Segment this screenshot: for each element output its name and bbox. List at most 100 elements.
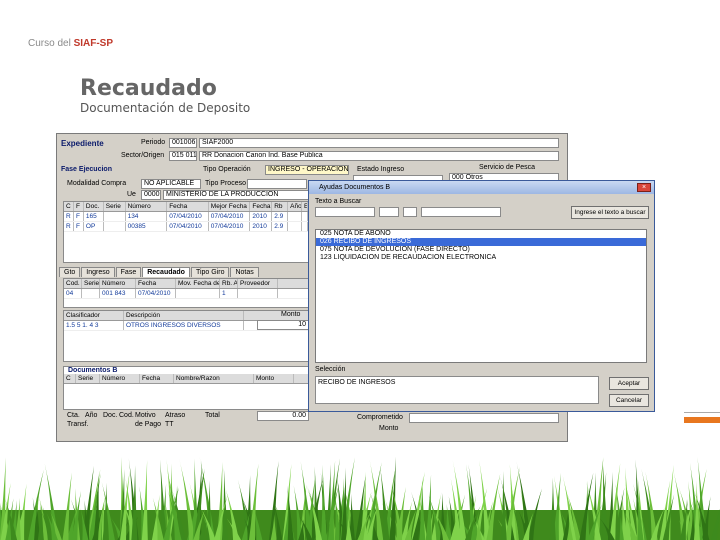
total-field[interactable]: 0.00 [257, 411, 309, 421]
course-label: Curso del SIAF-SP [28, 38, 113, 49]
periodo-field[interactable]: 001006 [169, 138, 197, 148]
document-type-list[interactable]: 025 NOTA DE ABONO 026 RECIBO DE INGRESOS 0… [315, 229, 647, 363]
sector-desc-field[interactable]: RR Donacion Canon Ind. Base Publica [199, 151, 559, 161]
bottom-label: Motivo [135, 412, 156, 419]
search-input-3[interactable] [403, 207, 417, 217]
grid-header-cell: C [64, 202, 74, 211]
grid-header-cell: Año [290, 202, 303, 211]
servicio-label: Servicio de Pesca [479, 164, 536, 171]
slide-title: Recaudado [80, 76, 217, 101]
doc-cell: 04 [64, 289, 82, 298]
table-row[interactable]: 04 001 843 07/04/2010 1 [64, 289, 308, 299]
tab-ingreso[interactable]: Ingreso [81, 267, 115, 277]
grid-cell: 2010 [250, 212, 273, 221]
grid-cell [288, 212, 303, 221]
grid-header-cell: Serie [104, 202, 126, 211]
grid-cell: 2010 [250, 222, 273, 231]
tab-fase[interactable]: Fase [115, 267, 142, 277]
seleccion-field[interactable]: RECIBO DE INGRESOS [315, 376, 599, 404]
modalidad-label: Modalidad Compra [67, 180, 127, 187]
docs-b-label: Documentos B [68, 367, 118, 374]
docs-b-header-cell: Monto [254, 374, 294, 383]
entidad-field[interactable]: SIAF2000 [199, 138, 559, 148]
desc-col: Descripción [124, 311, 244, 320]
divider-line [684, 412, 720, 413]
grid-cell: OP [84, 222, 104, 231]
monto-field[interactable]: 10 [257, 320, 309, 330]
seleccion-label: Selección [315, 366, 346, 373]
bottom-label: Atraso [165, 412, 186, 419]
periodo-label: Periodo [141, 139, 166, 146]
search-input[interactable] [315, 207, 375, 217]
accent-bar [684, 417, 720, 423]
grid-cell [104, 222, 126, 231]
dialog-title: Ayudas Documentos B [319, 184, 391, 191]
comprometido-field[interactable] [409, 413, 559, 423]
bottom-label: Transf. [67, 421, 89, 428]
grid-header-cell: Fecha [252, 202, 273, 211]
bottom-labels-2: Transf. de Pago TT [67, 421, 205, 428]
doc-cell [82, 289, 100, 298]
table-row[interactable]: R F 165 134 07/04/2010 07/04/2010 2010 2.9 [64, 212, 308, 222]
doc-header-cell: Cod. [64, 279, 82, 288]
docs-b-header-cell: Fecha [140, 374, 174, 383]
close-icon[interactable]: × [637, 183, 651, 192]
bottom-label [103, 421, 119, 428]
clasif-col: Clasificador [64, 311, 124, 320]
doc-cell [176, 289, 220, 298]
search-input-2[interactable] [379, 207, 399, 217]
search-input-4[interactable] [421, 207, 501, 217]
monto-label-2: Monto [379, 425, 399, 432]
grid-header-cell: Doc. [84, 202, 104, 211]
aceptar-button[interactable]: Aceptar [609, 377, 649, 390]
grid-cell: 07/04/2010 [167, 212, 209, 221]
ue-field[interactable]: 0000 [141, 190, 161, 200]
bottom-label: Total [205, 412, 220, 419]
tab-tipo-giro[interactable]: Tipo Giro [190, 267, 230, 277]
grid-cell: 07/04/2010 [209, 222, 251, 231]
list-item[interactable]: 075 NOTA DE DEVOLUCION (FASE DIRECTO) [316, 246, 646, 254]
grass-blade [549, 477, 556, 540]
ue-desc-field[interactable]: MINISTERIO DE LA PRODUCCION [163, 190, 313, 200]
doc-detail-grid[interactable]: Cod.SerieNúmeroFechaMov. Fecha de PagoRb… [63, 278, 309, 308]
docs-b-header-cell: C [64, 374, 76, 383]
tipo-proc-label: Tipo Proceso [205, 180, 246, 187]
ue-label: Ue [127, 191, 136, 198]
sector-field[interactable]: 015 011 [169, 151, 197, 161]
doc-cell: 001 843 [100, 289, 136, 298]
fase-label: Fase Ejecucion [61, 166, 112, 173]
grid-header-cell: F [74, 202, 84, 211]
tab-gto[interactable]: Gto [59, 267, 81, 277]
slide-subtitle: Documentación de Deposito [80, 101, 251, 115]
docs-b-header-cell: Serie [76, 374, 100, 383]
tipo-proc-field[interactable] [247, 179, 307, 189]
clasificador-grid[interactable]: Clasificador Descripción 1.5 5 1. 4 3 OT… [63, 310, 309, 362]
list-item[interactable]: 026 RECIBO DE INGRESOS [316, 238, 646, 246]
tab-notas[interactable]: Notas [230, 267, 259, 277]
grass-blade [320, 464, 327, 540]
comprometido-label: Comprometido [357, 414, 403, 421]
grid-header-cell: Fecha [167, 202, 209, 211]
grid-cell [288, 222, 303, 231]
course-highlight: SIAF-SP [73, 38, 114, 49]
doc-header-cell: Mov. Fecha de Pago [178, 279, 220, 288]
sector-label: Sector/Origen [121, 152, 165, 159]
tipo-op-field[interactable]: INGRESO - OPERACION [265, 165, 349, 175]
modalidad-field[interactable]: NO APLICABLE [141, 179, 201, 189]
grid-cell: 07/04/2010 [209, 212, 251, 221]
list-item[interactable]: 123 LIQUIDACION DE RECAUDACION ELECTRONI… [316, 254, 646, 262]
docs-b-header: C Serie Número Fecha Nombre/Razon Monto [64, 374, 308, 384]
grid-cell: F [74, 212, 84, 221]
cancelar-button[interactable]: Cancelar [609, 394, 649, 407]
tab-recaudado[interactable]: Recaudado [142, 267, 190, 277]
doc-header-cell: Número [100, 279, 136, 288]
table-row[interactable]: R F OP 00385 07/04/2010 07/04/2010 2010 2.9 [64, 222, 308, 232]
tab-bar: Gto Ingreso Fase Recaudado Tipo Giro Notas [59, 267, 260, 277]
bottom-label [85, 421, 103, 428]
documentos-b-grid[interactable]: Documentos B C Serie Número Fecha Nombre/Raz… [63, 366, 309, 410]
grid-cell [104, 212, 126, 221]
search-button[interactable]: Ingrese el texto a buscar [571, 206, 649, 219]
dialog-titlebar[interactable]: Ayudas Documentos B × [309, 181, 654, 194]
documents-grid[interactable]: C F Doc. Serie Número Fecha Mejor Fecha Fecha Rb… [63, 201, 309, 263]
list-item[interactable]: 025 NOTA DE ABONO [316, 230, 646, 238]
